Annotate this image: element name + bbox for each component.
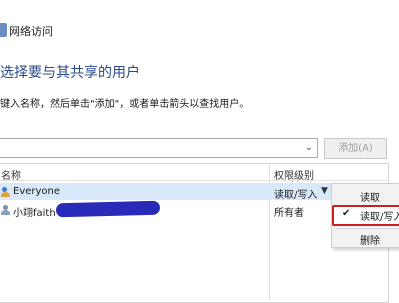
row-name[interactable]: 小翊faith xyxy=(13,204,56,219)
instruction-text: 键入名称，然后单击"添加"，或者单击箭头以查找用户。 xyxy=(0,99,250,110)
permission-dropdown-icon[interactable]: ▼ xyxy=(321,186,328,196)
group-icon xyxy=(1,187,11,197)
chevron-down-icon[interactable]: ⌄ xyxy=(305,142,313,154)
menu-item-read-write[interactable]: ✔ 读取/写入 xyxy=(332,205,399,226)
menu-item-label: 删除 xyxy=(360,236,380,247)
redaction-scribble xyxy=(55,200,161,218)
menu-item-label: 读取 xyxy=(360,193,380,204)
user-name-combobox[interactable]: ⌄ xyxy=(0,138,318,158)
row-name: Everyone xyxy=(13,186,61,197)
permission-value: 所有者 xyxy=(274,208,304,219)
menu-item-label: 读取/写入 xyxy=(360,212,399,223)
user-icon xyxy=(1,205,11,215)
add-button[interactable]: 添加(A) xyxy=(324,138,387,159)
permission-context-menu: 读取 ✔ 读取/写入 删除 xyxy=(331,183,399,248)
window-title: 网络访问 xyxy=(9,25,53,38)
menu-item-remove[interactable]: 删除 xyxy=(332,230,399,248)
menu-separator xyxy=(336,228,399,229)
title-bar: 网络访问 xyxy=(0,0,399,58)
network-share-icon xyxy=(0,23,7,37)
page-heading: 选择要与其共享的用户 xyxy=(0,65,140,81)
menu-item-read[interactable]: 读取 xyxy=(332,187,399,205)
header-divider xyxy=(0,180,388,181)
permission-value[interactable]: 读取/写入 xyxy=(274,186,317,201)
checkmark-icon: ✔ xyxy=(342,208,351,219)
